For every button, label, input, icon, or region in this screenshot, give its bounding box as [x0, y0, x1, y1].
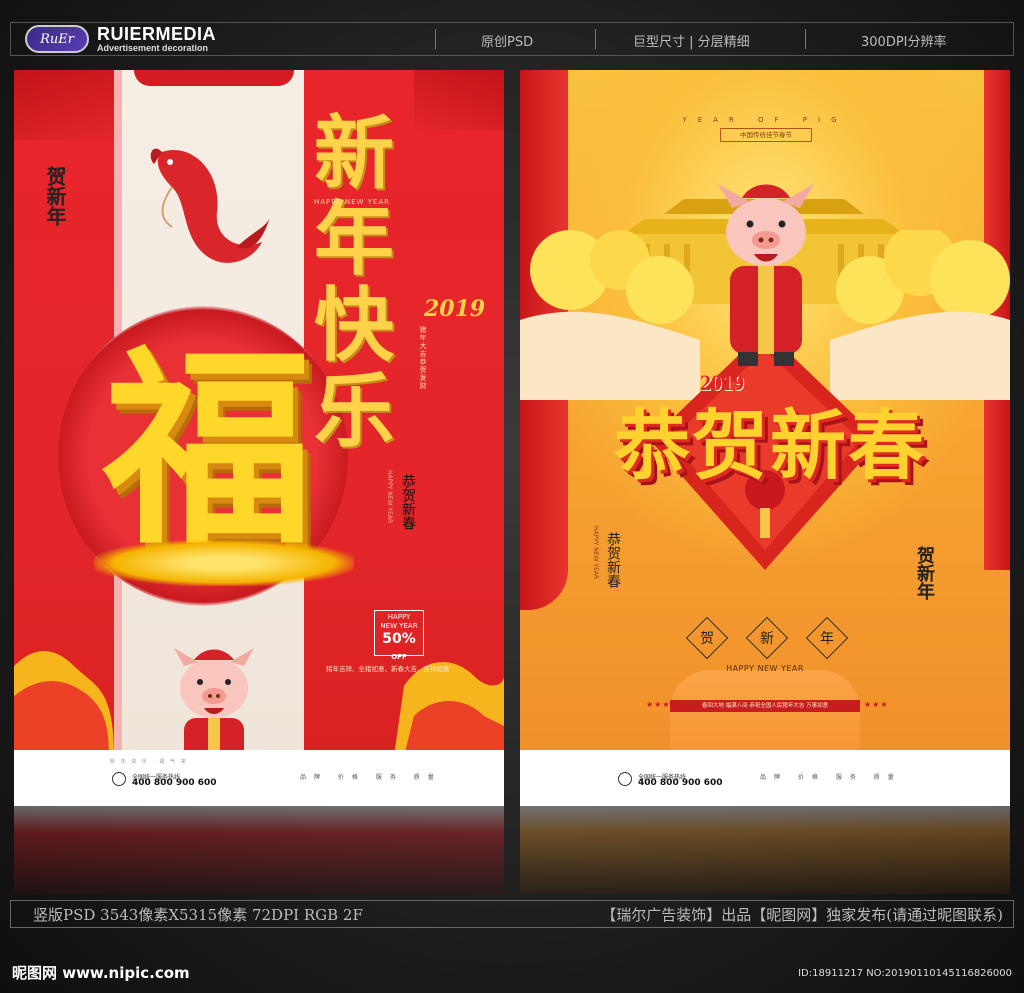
seal-char: 贺: [700, 631, 714, 647]
left-footer: 新 年 快 乐 · 福 气 来 全国统一服务热线 400 800 900 600…: [14, 750, 504, 806]
ribbon-stars-left: ★★★: [646, 700, 671, 709]
right-footer: 全国统一服务热线 400 800 900 600 品牌 价格 服务 质量: [520, 750, 1010, 806]
poster-right: YEAR OF PIG 中国传统佳节春节 2019 恭贺新春 HAPPY NEW…: [520, 70, 1010, 806]
vertical-greeting-left: 贺新年: [43, 166, 67, 226]
footer-dots: 新 年 快 乐 · 福 气 来: [110, 759, 188, 765]
header-divider: [435, 29, 436, 49]
header-item-dpi: 300DPI分辨率: [861, 35, 947, 50]
header-item-psd: 原创PSD: [481, 35, 534, 50]
calligraphy-title: 新年快乐: [314, 106, 394, 458]
footer-phone-number: 400 800 900 600: [638, 778, 723, 788]
year-2019: 2019: [424, 296, 486, 322]
site-watermark: 昵图网 www.nipic.com: [12, 964, 190, 982]
header-divider: [805, 29, 806, 49]
seal-box: 贺: [685, 616, 729, 660]
vertical-greeting-right: 恭贺新春: [400, 474, 416, 530]
seal-box: 年: [805, 616, 849, 660]
happy-new-year-text: HAPPY NEW YEAR: [314, 198, 390, 206]
header-item-size: 巨型尺寸 | 分层精细: [633, 35, 750, 50]
koi-fish-icon: [150, 148, 270, 263]
ribbon-text: 春回大地 福满人间 恭祝全国人民猪年大吉 万事如意: [670, 700, 860, 712]
reflection-left: [14, 806, 504, 894]
footer-cols: 品牌 价格 服务 质量: [300, 774, 442, 781]
logo-text: RuEr: [40, 31, 74, 47]
footer-phone-number: 400 800 900 600: [132, 778, 217, 788]
badge-percent: 50%: [382, 631, 416, 647]
spec-text: 竖版PSD 3543像素X5315像素 72DPI RGB 2F: [33, 905, 363, 924]
brand-subtitle: Advertisement decoration: [97, 43, 209, 53]
vertical-small-text: HAPPY NEW YEAR: [592, 526, 599, 580]
seal-char: 年: [820, 631, 834, 647]
main-title: 恭贺新春: [614, 401, 926, 490]
vertical-greeting-left: 恭贺新春: [605, 532, 621, 588]
top-band: [134, 70, 294, 86]
vertical-small-text: HAPPY NEW YEAR: [386, 470, 393, 524]
phone-icon: [618, 772, 632, 786]
badge-line1: HAPPY: [387, 613, 411, 621]
info-bar: 竖版PSD 3543像素X5315像素 72DPI RGB 2F 【瑞尔广告装饰…: [10, 900, 1014, 928]
reflection-right: [520, 806, 1010, 894]
footer-cols: 品牌 价格 服务 质量: [760, 774, 902, 781]
seal-box: 新: [745, 616, 789, 660]
badge-line2: NEW YEAR: [380, 622, 418, 630]
phone-icon: [112, 772, 126, 786]
wish-small-text: 猪年大吉恭贺发财: [419, 326, 427, 390]
header-divider: [595, 29, 596, 49]
gold-ingots: [94, 540, 354, 586]
header-bar: RuEr RUIERMEDIA Advertisement decoration…: [10, 22, 1014, 56]
discount-badge: HAPPY NEW YEAR 50% OFF: [374, 610, 424, 661]
festival-tag: 中国传统佳节春节: [720, 128, 812, 142]
poster-left: 福 新年快乐 HAPPY NEW YEAR 2019 猪年大吉恭贺发财 贺新年 …: [14, 70, 504, 806]
image-id: ID:18911217 NO:20190110145116826000: [798, 968, 1012, 979]
badge-off: OFF: [391, 653, 407, 661]
promo-note: 猪年吉祥、全猪如意、新春大吉、吉祥如意: [326, 665, 450, 673]
seal-char: 新: [760, 631, 774, 647]
brand-name: RUIERMEDIA: [97, 24, 217, 44]
badge-pct: 50% OFF: [377, 631, 421, 665]
ribbon-stars-right: ★★★: [864, 700, 889, 709]
publisher-text: 【瑞尔广告装饰】出品【昵图网】独家发布(请通过昵图联系): [601, 905, 1003, 924]
brand: RUIERMEDIA Advertisement decoration: [97, 24, 216, 53]
happy-new-year-text: HAPPY NEW YEAR: [726, 664, 804, 673]
curtain-left: [14, 70, 114, 140]
vertical-greeting-right: 贺新年: [914, 546, 935, 600]
logo-badge: RuEr: [25, 25, 89, 53]
pig-mascot-icon: [718, 184, 814, 366]
seal-row: 贺 新 年: [685, 616, 849, 660]
year-of-pig-text: YEAR OF PIG: [682, 116, 848, 124]
